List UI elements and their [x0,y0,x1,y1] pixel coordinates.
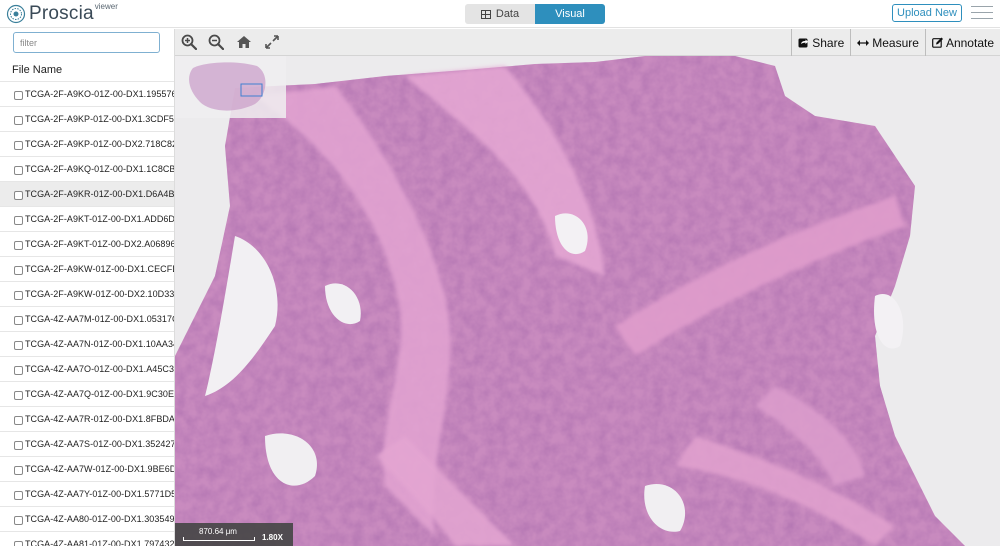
viewer-toolbar: Share Measure Annotate [175,29,1000,56]
home-icon[interactable] [236,34,252,50]
upload-new-button[interactable]: Upload New [892,4,962,22]
file-row[interactable]: TCGA-4Z-AA7Q-01Z-00-DX1.9C30EAEE [0,381,174,406]
file-row[interactable]: TCGA-2F-A9KT-01Z-00-DX1.ADD6D87C [0,206,175,231]
annotate-button[interactable]: Annotate [924,29,1000,56]
file-row[interactable]: TCGA-4Z-AA7N-01Z-00-DX1.10AA349D [0,331,175,356]
file-list: TCGA-2F-A9KO-01Z-00-DX1.195576CF TCGA-2F-… [0,81,175,546]
file-name: TCGA-4Z-AA7N-01Z-00-DX1.10AA349D [25,339,175,349]
file-name: TCGA-2F-A9KO-01Z-00-DX1.195576CF [25,89,175,99]
file-row[interactable]: TCGA-4Z-AA81-01Z-00-DX1.797432FE [0,531,175,546]
file-row[interactable]: TCGA-4Z-AA7S-01Z-00-DX1.35242781 [0,431,175,456]
file-checkbox[interactable] [14,365,23,375]
brand-name: Proscia [29,3,94,24]
share-icon [798,38,809,48]
top-bar: Proscia viewer Data Visual Upload New [0,0,1000,28]
file-row[interactable]: TCGA-4Z-AA7R-01Z-00-DX1.8FBDAFEE [0,406,175,431]
file-name: TCGA-2F-A9KP-01Z-00-DX1.3CDF534E [25,114,175,124]
file-row[interactable]: TCGA-2F-A9KR-01Z-00-DX1.D6A4BD2E [0,181,175,206]
table-icon [480,9,491,19]
file-name: TCGA-4Z-AA7Q-01Z-00-DX1.9C30EAEE [25,389,174,399]
data-view-button[interactable]: Data [465,4,535,24]
file-name: TCGA-4Z-AA7S-01Z-00-DX1.35242781 [25,439,175,449]
file-sidebar: File Name TCGA-2F-A9KO-01Z-00-DX1.195576… [0,29,175,546]
slide-viewer[interactable]: 870.64 μm 1.80X Share Measure Annotate [175,29,1000,546]
scale-length-text: 870.64 μm [199,527,237,536]
edit-icon [932,37,943,48]
file-checkbox[interactable] [14,515,23,525]
share-button[interactable]: Share [791,29,850,56]
file-checkbox[interactable] [14,190,23,200]
file-checkbox[interactable] [14,440,23,450]
file-name: TCGA-4Z-AA80-01Z-00-DX1.303549D2 [25,514,175,524]
scale-bar [183,537,255,541]
file-row[interactable]: TCGA-4Z-AA80-01Z-00-DX1.303549D2 [0,506,175,531]
file-row[interactable]: TCGA-4Z-AA7M-01Z-00-DX1.05317C7A [0,306,175,331]
proscia-logo-icon [6,4,26,24]
file-checkbox[interactable] [14,340,23,350]
file-name: TCGA-2F-A9KP-01Z-00-DX2.718C82A3 [25,139,175,149]
file-checkbox[interactable] [14,290,23,300]
data-view-label: Data [495,8,520,20]
file-name-header: File Name [12,64,63,76]
visual-view-button[interactable]: Visual [535,4,605,24]
file-checkbox[interactable] [14,240,23,250]
scale-bar-overlay: 870.64 μm 1.80X [175,523,293,546]
measure-arrows-icon [857,39,870,46]
file-checkbox[interactable] [14,315,23,325]
minimap-thumbnail [189,62,266,111]
file-name: TCGA-4Z-AA7M-01Z-00-DX1.05317C7A [25,314,175,324]
file-row[interactable]: TCGA-2F-A9KO-01Z-00-DX1.195576CF [0,81,175,106]
hamburger-menu-icon[interactable] [971,6,993,21]
file-name: TCGA-4Z-AA7W-01Z-00-DX1.9BE6DF4E [25,464,174,474]
file-checkbox[interactable] [14,215,23,225]
file-name: TCGA-4Z-AA7O-01Z-00-DX1.A45C32EE [25,364,175,374]
file-name: TCGA-2F-A9KT-01Z-00-DX1.ADD6D87C [25,214,175,224]
file-checkbox[interactable] [14,140,23,150]
file-name: TCGA-4Z-AA81-01Z-00-DX1.797432FE [25,539,175,546]
file-row[interactable]: TCGA-2F-A9KT-01Z-00-DX2.A06896B2 [0,231,175,256]
file-row[interactable]: TCGA-4Z-AA7W-01Z-00-DX1.9BE6DF4E [0,456,174,481]
file-row[interactable]: TCGA-2F-A9KQ-01Z-00-DX1.1C8CB2DD [0,156,175,181]
file-checkbox[interactable] [14,390,23,400]
share-label: Share [812,35,845,50]
logo[interactable]: Proscia viewer [6,1,118,24]
fullscreen-icon[interactable] [264,34,280,50]
file-checkbox[interactable] [14,90,23,100]
file-checkbox[interactable] [14,265,23,275]
visual-view-label: Visual [555,8,585,20]
file-checkbox[interactable] [14,465,23,475]
brand-sup: viewer [94,1,118,11]
filter-input[interactable] [13,32,160,53]
measure-label: Measure [872,35,919,50]
annotate-label: Annotate [945,35,994,50]
file-row[interactable]: TCGA-4Z-AA7O-01Z-00-DX1.A45C32EE [0,356,175,381]
file-checkbox[interactable] [14,115,23,125]
slide-minimap[interactable] [175,56,286,118]
view-toggle: Data Visual [465,4,605,24]
file-checkbox[interactable] [14,490,23,500]
zoom-in-icon[interactable] [181,34,197,50]
file-checkbox[interactable] [14,415,23,425]
file-name: TCGA-4Z-AA7Y-01Z-00-DX1.5771D5D2 [25,489,175,499]
zoom-out-icon[interactable] [208,34,224,50]
zoom-level-text: 1.80X [262,533,283,542]
file-checkbox[interactable] [14,165,23,175]
file-row[interactable]: TCGA-2F-A9KP-01Z-00-DX2.718C82A3 [0,131,175,156]
tissue-slide-image[interactable] [175,56,1000,546]
file-row[interactable]: TCGA-4Z-AA7Y-01Z-00-DX1.5771D5D2 [0,481,175,506]
file-name: TCGA-2F-A9KT-01Z-00-DX2.A06896B2 [25,239,175,249]
file-checkbox[interactable] [14,540,23,546]
file-row[interactable]: TCGA-2F-A9KW-01Z-00-DX2.10D33B2E [0,281,175,306]
file-name: TCGA-2F-A9KR-01Z-00-DX1.D6A4BD2E [25,189,175,199]
file-name: TCGA-2F-A9KQ-01Z-00-DX1.1C8CB2DD [25,164,175,174]
file-row[interactable]: TCGA-2F-A9KW-01Z-00-DX1.CECFDA2C [0,256,174,281]
measure-button[interactable]: Measure [850,29,925,56]
viewer-actions: Share Measure Annotate [791,29,1000,56]
file-name: TCGA-4Z-AA7R-01Z-00-DX1.8FBDAFEE [25,414,175,424]
file-name: TCGA-2F-A9KW-01Z-00-DX2.10D33B2E [25,289,175,299]
file-name: TCGA-2F-A9KW-01Z-00-DX1.CECFDA2C [25,264,174,274]
file-row[interactable]: TCGA-2F-A9KP-01Z-00-DX1.3CDF534E [0,106,175,131]
